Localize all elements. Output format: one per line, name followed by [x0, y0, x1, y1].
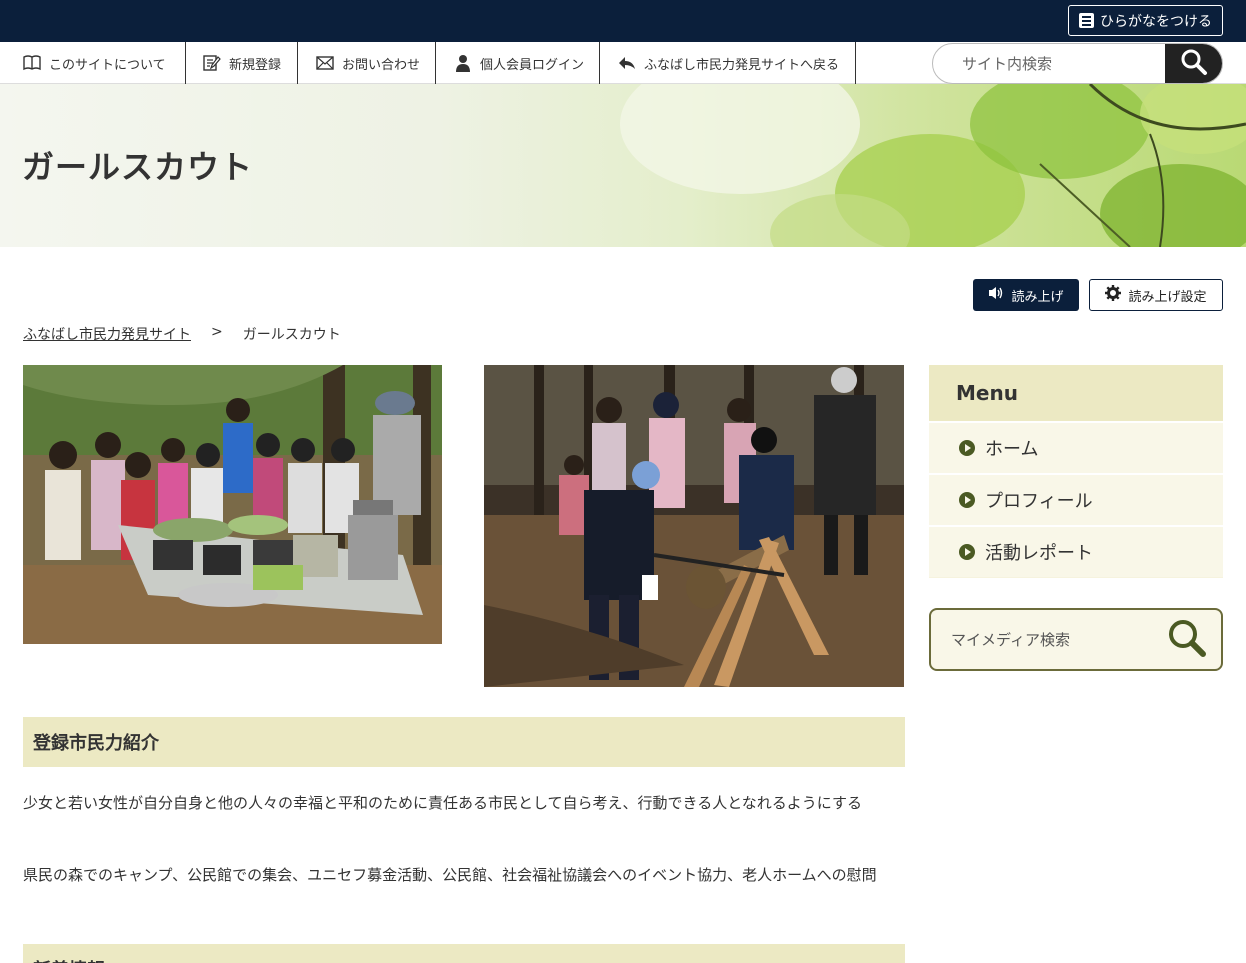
- menu-title: Menu: [929, 365, 1223, 421]
- sidebar-item-label: 活動レポート: [985, 543, 1093, 564]
- return-arrow-icon: [618, 54, 636, 72]
- nav-item-label: このサイトについて: [49, 57, 166, 73]
- top-bar: ひらがなをつける: [0, 0, 1246, 42]
- sidebar-item-reports[interactable]: 活動レポート: [929, 525, 1223, 577]
- breadcrumb-home-link[interactable]: ふなばし市民力発見サイト: [23, 324, 191, 344]
- furigana-button[interactable]: ひらがなをつける: [1068, 5, 1223, 36]
- read-aloud-settings-label: 読み上げ設定: [1128, 289, 1207, 305]
- edit-icon: [203, 54, 221, 72]
- nav-item-label: お問い合わせ: [342, 57, 421, 73]
- speaker-icon: [988, 286, 1004, 304]
- activity-photo-cooking: [23, 365, 442, 644]
- sidebar-item-label: プロフィール: [985, 491, 1093, 512]
- search-icon: [1167, 618, 1207, 662]
- book-icon: [23, 54, 41, 72]
- breadcrumb-separator: >: [211, 324, 223, 340]
- sidebar-item-profile[interactable]: プロフィール: [929, 473, 1223, 525]
- read-aloud-label: 読み上げ: [1011, 289, 1064, 305]
- mymedia-search: [929, 608, 1223, 671]
- page-title: ガールスカウト: [22, 148, 254, 186]
- nav-item-label: 個人会員ログイン: [480, 57, 585, 73]
- breadcrumb-current: ガールスカウト: [242, 327, 341, 343]
- breadcrumb: ふなばし市民力発見サイト > ガールスカウト: [23, 324, 341, 344]
- sidebar-item-label: ホーム: [985, 439, 1039, 460]
- nav-item-login[interactable]: 個人会員ログイン: [436, 42, 600, 84]
- site-search: [932, 43, 1223, 84]
- sidebar-item-home[interactable]: ホーム: [929, 421, 1223, 473]
- activity-photo-sawing: [484, 365, 904, 687]
- mail-icon: [316, 54, 334, 72]
- section-heading: 登録市民力紹介: [23, 717, 905, 767]
- nav-item-register[interactable]: 新規登録: [186, 42, 298, 84]
- activity-paragraph: 県民の森でのキャンプ、公民館での集会、ユニセフ募金活動、公民館、社会福祉協議会へ…: [23, 866, 877, 884]
- furigana-label: ひらがなをつける: [1100, 13, 1212, 30]
- nav-item-return[interactable]: ふなばし市民力発見サイトへ戻る: [600, 42, 856, 84]
- sidebar-menu: Menu ホーム プロフィール 活動レポート: [929, 365, 1223, 578]
- news-section-heading: 新着情報: [23, 944, 905, 963]
- play-arrow-icon: [959, 440, 975, 456]
- page-header-banner: ガールスカウト: [0, 84, 1246, 247]
- mymedia-search-button[interactable]: [1165, 618, 1209, 662]
- gear-icon: [1105, 285, 1122, 305]
- play-arrow-icon: [959, 544, 975, 560]
- furigana-icon: [1079, 13, 1094, 28]
- read-aloud-settings-button[interactable]: 読み上げ設定: [1089, 279, 1223, 311]
- user-icon: [454, 54, 472, 72]
- mymedia-search-input[interactable]: [931, 610, 1151, 669]
- search-icon: [1180, 48, 1208, 80]
- intro-paragraph: 少女と若い女性が自分自身と他の人々の幸福と平和のために責任ある市民として自ら考え…: [23, 794, 862, 812]
- play-arrow-icon: [959, 492, 975, 508]
- nav-item-contact[interactable]: お問い合わせ: [298, 42, 436, 84]
- nav-item-about[interactable]: このサイトについて: [0, 42, 186, 84]
- nav-item-label: ふなばし市民力発見サイトへ戻る: [644, 57, 840, 73]
- global-nav: このサイトについて 新規登録 お問い合わせ 個人会員ログイン ふなばし市民力発見…: [0, 42, 1246, 84]
- read-aloud-button[interactable]: 読み上げ: [973, 279, 1079, 311]
- site-search-button[interactable]: [1165, 44, 1222, 83]
- site-search-input[interactable]: [933, 44, 1167, 83]
- nav-item-label: 新規登録: [229, 57, 282, 73]
